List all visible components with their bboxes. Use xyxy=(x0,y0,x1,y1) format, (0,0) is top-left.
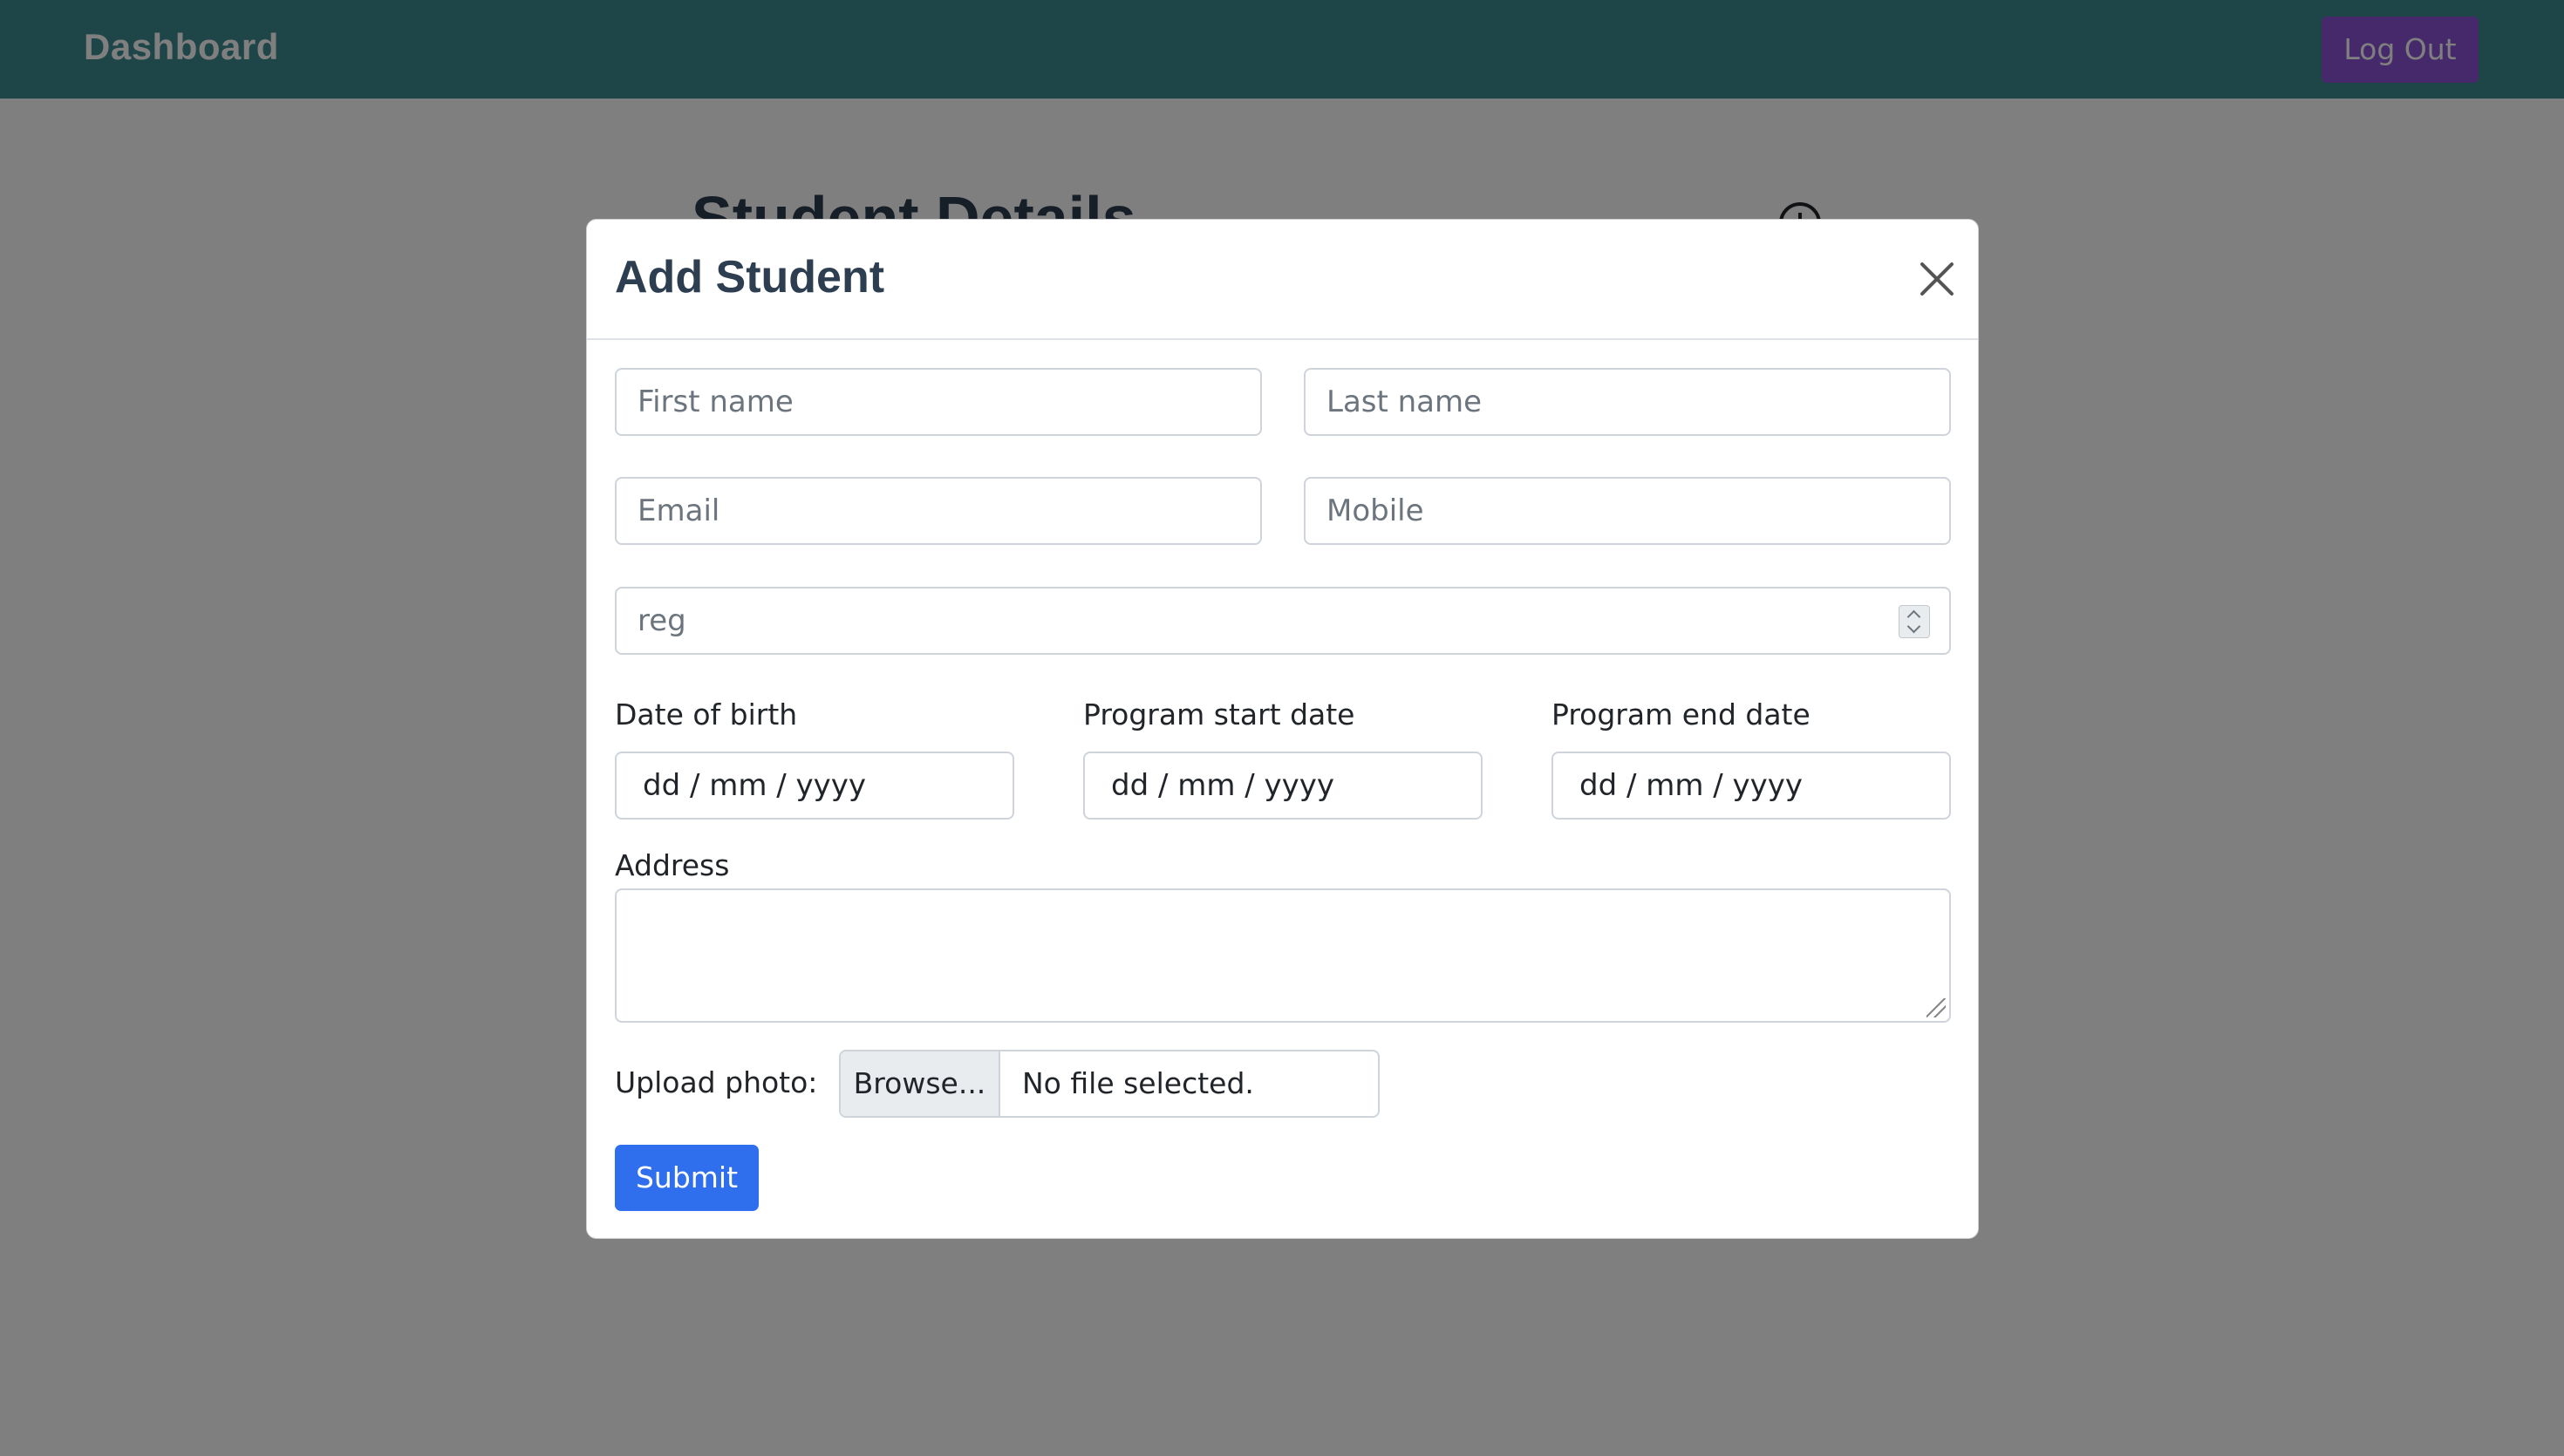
browse-button[interactable]: Browse... xyxy=(841,1051,1000,1116)
modal-header: Add Student xyxy=(587,220,1978,340)
submit-button[interactable]: Submit xyxy=(615,1145,759,1211)
file-status-text: No file selected. xyxy=(1022,1066,1254,1100)
reg-number-input[interactable]: reg xyxy=(615,587,1951,655)
resize-handle-icon[interactable] xyxy=(1926,998,1946,1017)
program-start-date-input[interactable]: dd / mm / yyyy xyxy=(1083,752,1483,820)
dob-date-input[interactable]: dd / mm / yyyy xyxy=(615,752,1014,820)
photo-file-input[interactable]: Browse... No file selected. xyxy=(839,1050,1380,1118)
last-name-input[interactable]: Last name xyxy=(1304,368,1951,436)
upload-photo-label: Upload photo: xyxy=(615,1065,818,1099)
number-spinner-icon[interactable] xyxy=(1899,605,1930,638)
program-start-label: Program start date xyxy=(1083,697,1355,731)
email-input[interactable]: Email xyxy=(615,477,1262,545)
mobile-input[interactable]: Mobile xyxy=(1304,477,1951,545)
add-student-modal: Add Student First name Last name Email M… xyxy=(586,219,1979,1239)
program-end-label: Program end date xyxy=(1551,697,1810,731)
modal-title: Add Student xyxy=(615,252,885,303)
reg-input-placeholder: reg xyxy=(638,603,686,638)
program-end-date-input[interactable]: dd / mm / yyyy xyxy=(1551,752,1951,820)
close-icon[interactable] xyxy=(1918,260,1956,298)
dob-label: Date of birth xyxy=(615,697,798,731)
address-textarea[interactable] xyxy=(615,888,1951,1023)
first-name-input[interactable]: First name xyxy=(615,368,1262,436)
address-label: Address xyxy=(615,848,730,882)
